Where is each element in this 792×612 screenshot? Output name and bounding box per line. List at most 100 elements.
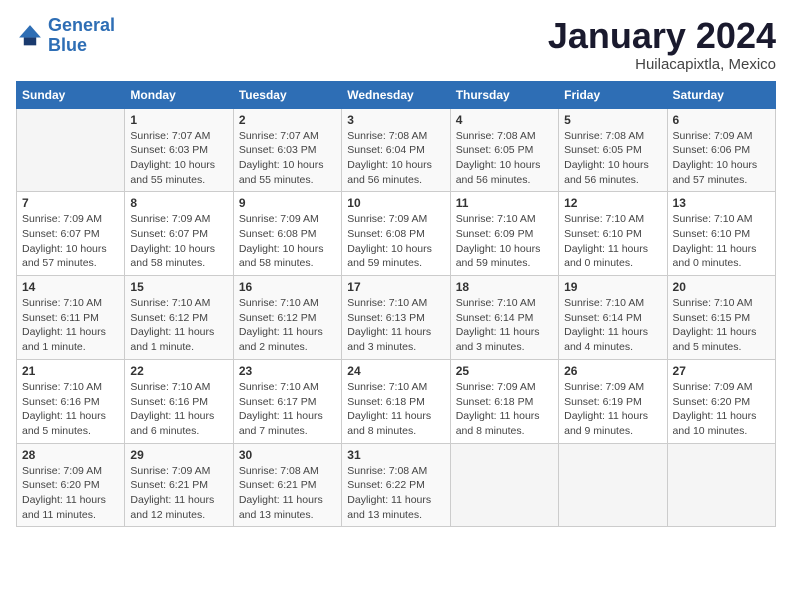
calendar-cell xyxy=(450,443,558,527)
day-number: 30 xyxy=(239,448,336,462)
day-info: Sunrise: 7:10 AM Sunset: 6:10 PM Dayligh… xyxy=(564,212,661,271)
day-number: 18 xyxy=(456,280,553,294)
calendar-header: SundayMondayTuesdayWednesdayThursdayFrid… xyxy=(17,81,776,108)
day-number: 25 xyxy=(456,364,553,378)
day-info: Sunrise: 7:08 AM Sunset: 6:22 PM Dayligh… xyxy=(347,464,444,523)
logo-text: General Blue xyxy=(48,16,115,56)
calendar-cell: 27Sunrise: 7:09 AM Sunset: 6:20 PM Dayli… xyxy=(667,359,775,443)
day-number: 29 xyxy=(130,448,227,462)
calendar-cell: 7 Sunrise: 7:09 AM Sunset: 6:07 PM Daylig… xyxy=(17,192,125,276)
day-info: Sunrise: 7:10 AM Sunset: 6:18 PM Dayligh… xyxy=(347,380,444,439)
header-day-sunday: Sunday xyxy=(17,81,125,108)
day-info: Sunrise: 7:10 AM Sunset: 6:16 PM Dayligh… xyxy=(22,380,119,439)
day-number: 15 xyxy=(130,280,227,294)
week-row-3: 14 Sunrise: 7:10 AM Sunset: 6:11 PM Dayli… xyxy=(17,276,776,360)
week-row-2: 7 Sunrise: 7:09 AM Sunset: 6:07 PM Daylig… xyxy=(17,192,776,276)
calendar-cell: 28Sunrise: 7:09 AM Sunset: 6:20 PM Dayli… xyxy=(17,443,125,527)
day-number: 6 xyxy=(673,113,770,127)
day-info: Sunrise: 7:07 AM Sunset: 6:03 PM Dayligh… xyxy=(130,129,227,188)
calendar-cell: 4 Sunrise: 7:08 AM Sunset: 6:05 PM Daylig… xyxy=(450,108,558,192)
calendar-cell: 22Sunrise: 7:10 AM Sunset: 6:16 PM Dayli… xyxy=(125,359,233,443)
day-info: Sunrise: 7:10 AM Sunset: 6:15 PM Dayligh… xyxy=(673,296,770,355)
day-info: Sunrise: 7:08 AM Sunset: 6:05 PM Dayligh… xyxy=(564,129,661,188)
day-number: 8 xyxy=(130,196,227,210)
day-number: 5 xyxy=(564,113,661,127)
header-day-monday: Monday xyxy=(125,81,233,108)
day-info: Sunrise: 7:09 AM Sunset: 6:07 PM Dayligh… xyxy=(130,212,227,271)
header-day-friday: Friday xyxy=(559,81,667,108)
calendar-table: SundayMondayTuesdayWednesdayThursdayFrid… xyxy=(16,81,776,528)
calendar-title: January 2024 xyxy=(548,16,776,56)
calendar-cell: 15 Sunrise: 7:10 AM Sunset: 6:12 PM Dayli… xyxy=(125,276,233,360)
day-number: 23 xyxy=(239,364,336,378)
title-block: January 2024 Huilacapixtla, Mexico xyxy=(548,16,776,73)
day-number: 28 xyxy=(22,448,119,462)
day-info: Sunrise: 7:09 AM Sunset: 6:08 PM Dayligh… xyxy=(239,212,336,271)
day-number: 10 xyxy=(347,196,444,210)
day-number: 14 xyxy=(22,280,119,294)
day-number: 19 xyxy=(564,280,661,294)
day-number: 7 xyxy=(22,196,119,210)
calendar-cell: 20 Sunrise: 7:10 AM Sunset: 6:15 PM Dayli… xyxy=(667,276,775,360)
calendar-cell xyxy=(667,443,775,527)
logo-icon xyxy=(16,22,44,50)
calendar-cell: 17 Sunrise: 7:10 AM Sunset: 6:13 PM Dayli… xyxy=(342,276,450,360)
calendar-cell: 12 Sunrise: 7:10 AM Sunset: 6:10 PM Dayli… xyxy=(559,192,667,276)
calendar-cell: 16 Sunrise: 7:10 AM Sunset: 6:12 PM Dayli… xyxy=(233,276,341,360)
day-info: Sunrise: 7:10 AM Sunset: 6:11 PM Dayligh… xyxy=(22,296,119,355)
day-info: Sunrise: 7:08 AM Sunset: 6:05 PM Dayligh… xyxy=(456,129,553,188)
day-info: Sunrise: 7:10 AM Sunset: 6:12 PM Dayligh… xyxy=(130,296,227,355)
day-number: 27 xyxy=(673,364,770,378)
calendar-cell: 26Sunrise: 7:09 AM Sunset: 6:19 PM Dayli… xyxy=(559,359,667,443)
calendar-cell: 24 Sunrise: 7:10 AM Sunset: 6:18 PM Dayli… xyxy=(342,359,450,443)
logo-line2: Blue xyxy=(48,35,87,55)
day-info: Sunrise: 7:10 AM Sunset: 6:09 PM Dayligh… xyxy=(456,212,553,271)
calendar-cell: 3Sunrise: 7:08 AM Sunset: 6:04 PM Daylig… xyxy=(342,108,450,192)
day-info: Sunrise: 7:09 AM Sunset: 6:18 PM Dayligh… xyxy=(456,380,553,439)
calendar-cell: 10 Sunrise: 7:09 AM Sunset: 6:08 PM Dayli… xyxy=(342,192,450,276)
day-info: Sunrise: 7:10 AM Sunset: 6:14 PM Dayligh… xyxy=(564,296,661,355)
calendar-cell: 29Sunrise: 7:09 AM Sunset: 6:21 PM Dayli… xyxy=(125,443,233,527)
day-info: Sunrise: 7:08 AM Sunset: 6:21 PM Dayligh… xyxy=(239,464,336,523)
day-info: Sunrise: 7:10 AM Sunset: 6:12 PM Dayligh… xyxy=(239,296,336,355)
calendar-cell: 1 Sunrise: 7:07 AM Sunset: 6:03 PM Daylig… xyxy=(125,108,233,192)
day-info: Sunrise: 7:09 AM Sunset: 6:06 PM Dayligh… xyxy=(673,129,770,188)
calendar-cell: 2Sunrise: 7:07 AM Sunset: 6:03 PM Daylig… xyxy=(233,108,341,192)
calendar-body: 1 Sunrise: 7:07 AM Sunset: 6:03 PM Daylig… xyxy=(17,108,776,527)
calendar-cell: 18Sunrise: 7:10 AM Sunset: 6:14 PM Dayli… xyxy=(450,276,558,360)
calendar-cell: 9 Sunrise: 7:09 AM Sunset: 6:08 PM Daylig… xyxy=(233,192,341,276)
day-info: Sunrise: 7:09 AM Sunset: 6:07 PM Dayligh… xyxy=(22,212,119,271)
day-info: Sunrise: 7:10 AM Sunset: 6:10 PM Dayligh… xyxy=(673,212,770,271)
day-number: 3 xyxy=(347,113,444,127)
calendar-cell: 19 Sunrise: 7:10 AM Sunset: 6:14 PM Dayli… xyxy=(559,276,667,360)
day-number: 12 xyxy=(564,196,661,210)
calendar-cell: 14 Sunrise: 7:10 AM Sunset: 6:11 PM Dayli… xyxy=(17,276,125,360)
header-day-tuesday: Tuesday xyxy=(233,81,341,108)
day-number: 4 xyxy=(456,113,553,127)
week-row-4: 21Sunrise: 7:10 AM Sunset: 6:16 PM Dayli… xyxy=(17,359,776,443)
calendar-cell xyxy=(17,108,125,192)
calendar-cell: 6 Sunrise: 7:09 AM Sunset: 6:06 PM Daylig… xyxy=(667,108,775,192)
day-info: Sunrise: 7:10 AM Sunset: 6:13 PM Dayligh… xyxy=(347,296,444,355)
day-number: 24 xyxy=(347,364,444,378)
week-row-1: 1 Sunrise: 7:07 AM Sunset: 6:03 PM Daylig… xyxy=(17,108,776,192)
day-number: 16 xyxy=(239,280,336,294)
day-number: 17 xyxy=(347,280,444,294)
calendar-cell: 31Sunrise: 7:08 AM Sunset: 6:22 PM Dayli… xyxy=(342,443,450,527)
calendar-cell: 11Sunrise: 7:10 AM Sunset: 6:09 PM Dayli… xyxy=(450,192,558,276)
calendar-cell: 13 Sunrise: 7:10 AM Sunset: 6:10 PM Dayli… xyxy=(667,192,775,276)
calendar-cell: 25 Sunrise: 7:09 AM Sunset: 6:18 PM Dayli… xyxy=(450,359,558,443)
day-info: Sunrise: 7:10 AM Sunset: 6:17 PM Dayligh… xyxy=(239,380,336,439)
header-day-saturday: Saturday xyxy=(667,81,775,108)
day-number: 2 xyxy=(239,113,336,127)
day-info: Sunrise: 7:09 AM Sunset: 6:08 PM Dayligh… xyxy=(347,212,444,271)
calendar-cell: 8 Sunrise: 7:09 AM Sunset: 6:07 PM Daylig… xyxy=(125,192,233,276)
calendar-cell: 30 Sunrise: 7:08 AM Sunset: 6:21 PM Dayli… xyxy=(233,443,341,527)
day-info: Sunrise: 7:10 AM Sunset: 6:16 PM Dayligh… xyxy=(130,380,227,439)
header-day-wednesday: Wednesday xyxy=(342,81,450,108)
calendar-cell: 21Sunrise: 7:10 AM Sunset: 6:16 PM Dayli… xyxy=(17,359,125,443)
day-number: 9 xyxy=(239,196,336,210)
day-number: 13 xyxy=(673,196,770,210)
day-number: 20 xyxy=(673,280,770,294)
day-number: 1 xyxy=(130,113,227,127)
